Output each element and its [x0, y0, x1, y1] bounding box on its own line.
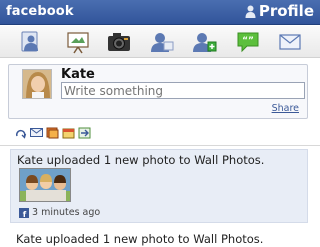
- svg-text:“”: “”: [242, 36, 254, 46]
- story-photo[interactable]: [19, 168, 71, 202]
- user-avatar: [22, 69, 52, 99]
- refresh-icon[interactable]: [14, 126, 27, 139]
- feed-story[interactable]: Kate uploaded 1 new photo to Wall Photos…: [10, 149, 308, 223]
- events-icon[interactable]: [62, 126, 75, 139]
- photos-icon[interactable]: [46, 126, 59, 139]
- chat-icon[interactable]: “”: [233, 29, 263, 55]
- user-name: Kate: [61, 67, 95, 82]
- pokes-icon[interactable]: [78, 126, 91, 139]
- action-icon-row: [14, 126, 91, 140]
- profile-label: Profile: [258, 2, 314, 20]
- profile-button[interactable]: Profile: [245, 2, 314, 20]
- profile-person-icon: [245, 5, 256, 18]
- top-bar: facebook Profile: [0, 0, 320, 25]
- camera-icon[interactable]: [104, 29, 134, 55]
- news-feed-icon[interactable]: [63, 29, 93, 55]
- friends-icon[interactable]: [16, 29, 46, 55]
- app-toolbar: “”: [0, 26, 320, 58]
- story-text: Kate uploaded 1 new photo to Wall Photos…: [17, 153, 265, 167]
- share-button[interactable]: Share: [272, 103, 299, 114]
- messages-icon[interactable]: [30, 126, 43, 139]
- status-input[interactable]: [61, 82, 305, 99]
- news-feed: Kate uploaded 1 new photo to Wall Photos…: [10, 149, 308, 246]
- svg-text:f: f: [23, 210, 27, 218]
- facebook-logo: facebook: [6, 4, 74, 19]
- profile-icon[interactable]: [147, 29, 177, 55]
- story-timestamp: 3 minutes ago: [32, 207, 101, 218]
- status-composer: Kate Share: [8, 64, 308, 119]
- feed-story-second[interactable]: Kate uploaded 1 new photo to Wall Photos…: [10, 232, 308, 246]
- story-meta: f 3 minutes ago: [19, 207, 100, 218]
- inbox-icon[interactable]: [275, 29, 305, 55]
- facebook-small-icon: f: [19, 207, 29, 218]
- section-divider: [0, 145, 320, 146]
- add-friend-icon[interactable]: [190, 29, 220, 55]
